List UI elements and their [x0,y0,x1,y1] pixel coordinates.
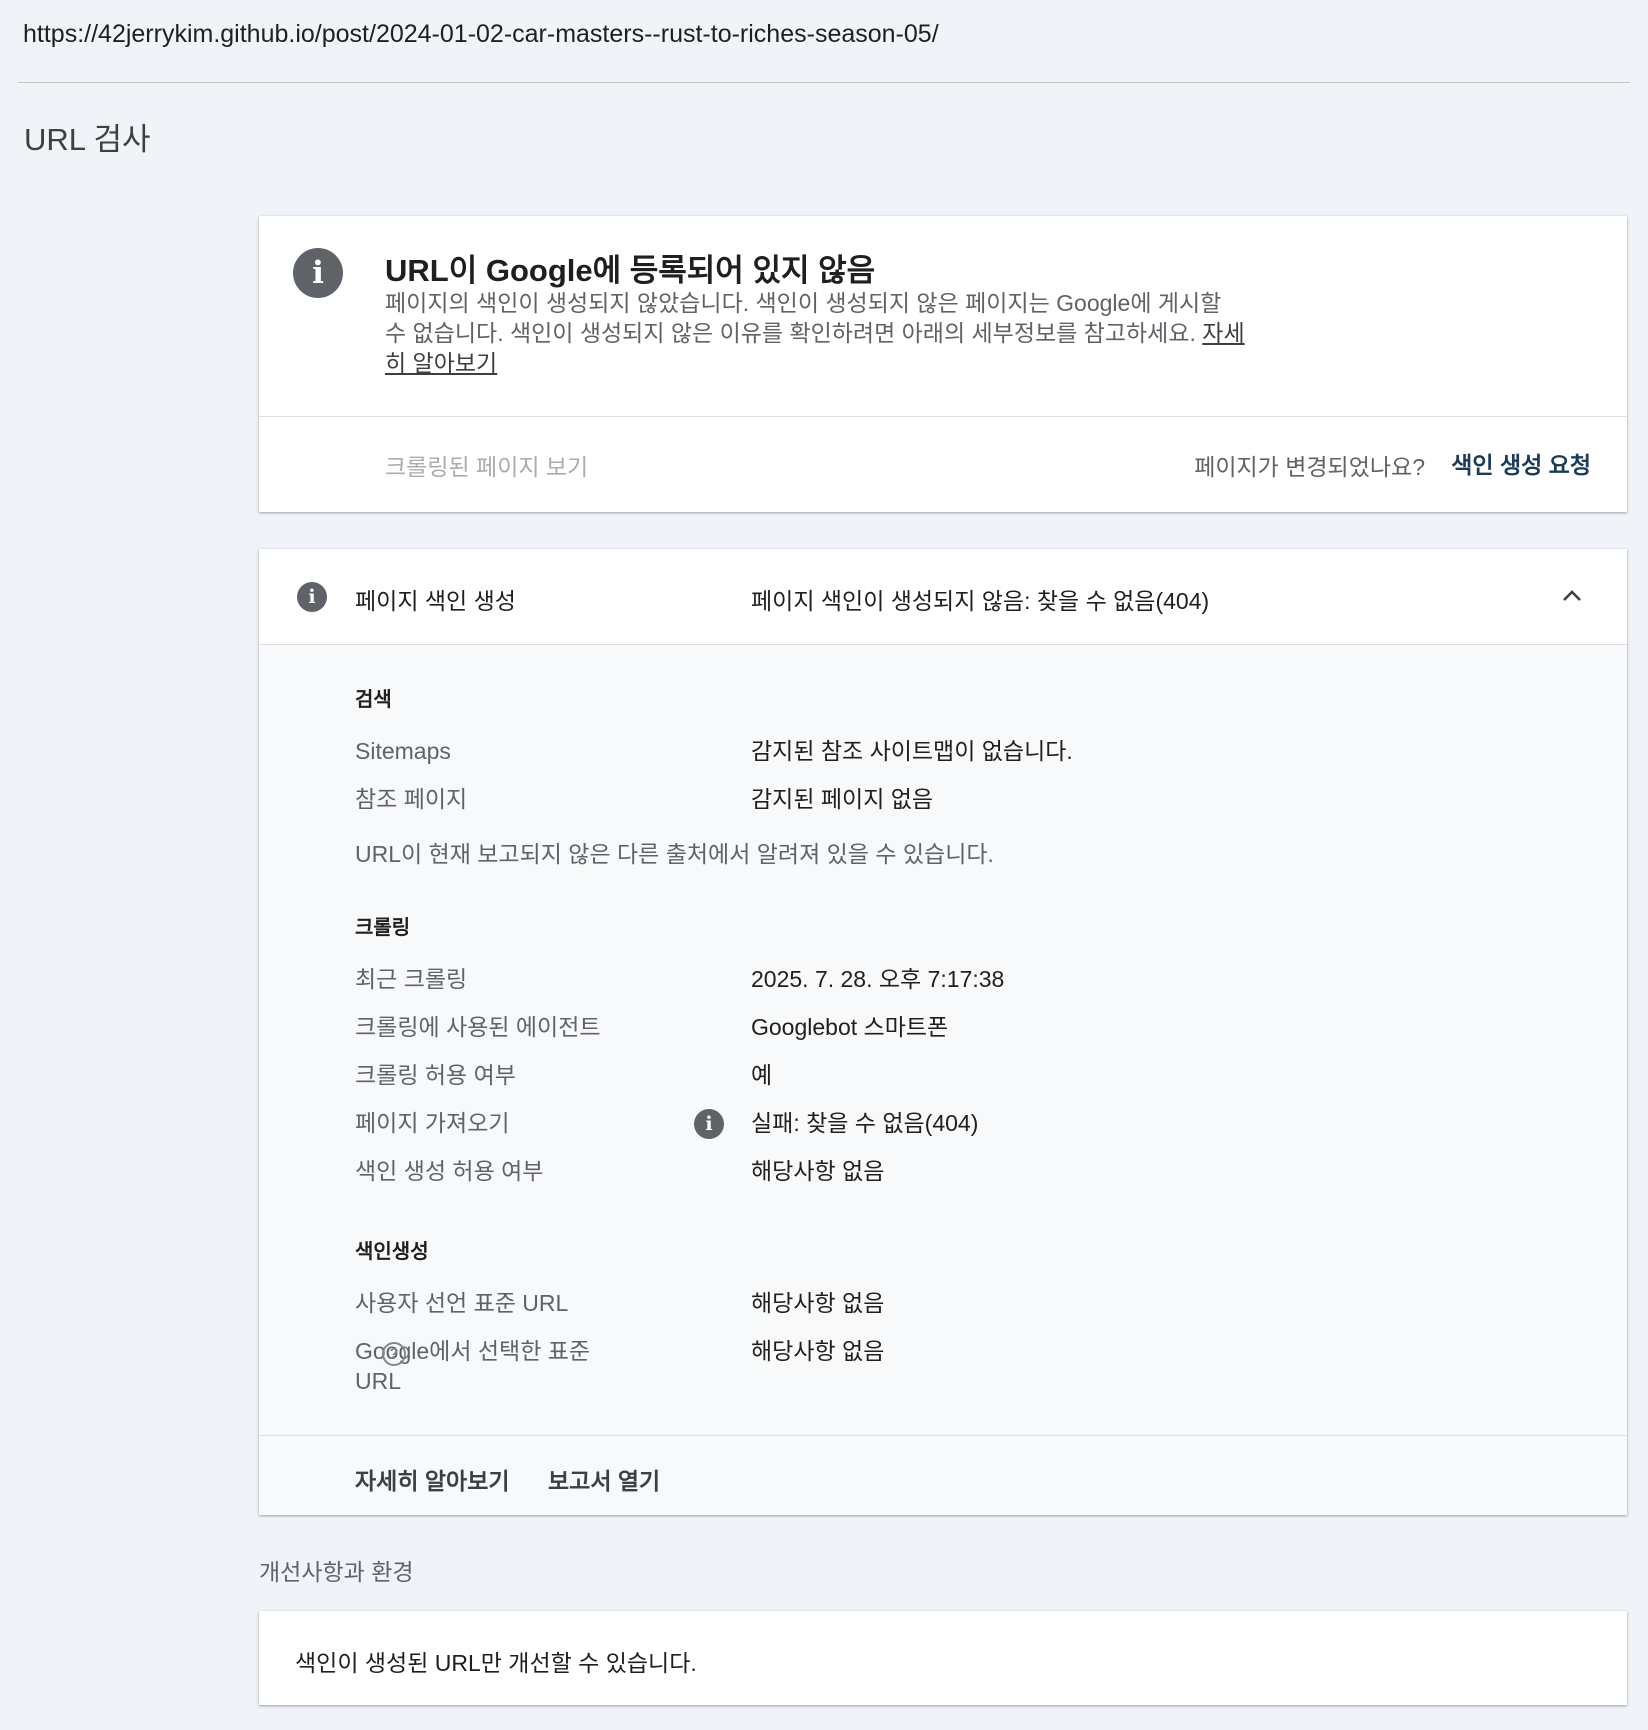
indexing-allowed-value: 해당사항 없음 [751,1158,885,1184]
crawl-agent-label: 크롤링에 사용된 에이전트 [355,1014,601,1040]
request-indexing-button[interactable]: 색인 생성 요청 [1451,446,1591,480]
status-description-text: 페이지의 색인이 생성되지 않았습니다. 색인이 생성되지 않은 페이지는 Go… [385,290,1222,346]
crawl-allowed-value: 예 [751,1062,773,1088]
enhancements-message: 색인이 생성된 URL만 개선할 수 있습니다. [295,1650,697,1676]
view-crawled-page-button[interactable]: 크롤링된 페이지 보기 [385,448,588,482]
page-changed-question: 페이지가 변경되었나요? [1194,454,1425,480]
page-indexing-label: 페이지 색인 생성 [355,588,516,614]
inspected-url: https://42jerrykim.github.io/post/2024-0… [23,20,939,48]
page-indexing-details: 검색 Sitemaps 감지된 참조 사이트맵이 없습니다. 참조 페이지 감지… [259,645,1627,1435]
info-icon: i [694,1109,724,1139]
indexing-section-title: 색인생성 [355,1241,429,1263]
crawl-allowed-label: 크롤링 허용 여부 [355,1062,516,1088]
status-description: 페이지의 색인이 생성되지 않았습니다. 색인이 생성되지 않은 페이지는 Go… [385,288,1245,378]
discovery-section-title: 검색 [355,689,392,711]
learn-more-button[interactable]: 자세히 알아보기 [355,1462,510,1496]
help-icon[interactable]: ? [382,1342,406,1366]
sitemaps-value: 감지된 참조 사이트맵이 없습니다. [751,738,1073,764]
referring-page-value: 감지된 페이지 없음 [751,786,934,812]
referring-page-label: 참조 페이지 [355,786,468,812]
page-indexing-status: 페이지 색인이 생성되지 않음: 찾을 수 없음(404) [751,588,1210,614]
enhancements-heading: 개선사항과 환경 [259,1559,414,1585]
crawl-agent-value: Googlebot 스마트폰 [751,1014,949,1040]
user-canonical-value: 해당사항 없음 [751,1290,885,1316]
page-fetch-value: 실패: 찾을 수 없음(404) [751,1110,979,1136]
info-icon: i [293,248,343,298]
chevron-up-icon[interactable] [1561,585,1583,607]
status-title: URL이 Google에 등록되어 있지 않음 [385,253,876,288]
user-canonical-label: 사용자 선언 표준 URL [355,1290,569,1316]
divider [259,416,1627,417]
last-crawl-value: 2025. 7. 28. 오후 7:17:38 [751,966,1005,992]
indexing-allowed-label: 색인 생성 허용 여부 [355,1158,544,1184]
open-report-button[interactable]: 보고서 열기 [548,1462,660,1496]
last-crawl-label: 최근 크롤링 [355,966,468,992]
page-indexing-header[interactable]: i 페이지 색인 생성 페이지 색인이 생성되지 않음: 찾을 수 없음(404… [259,549,1627,645]
info-icon: i [297,582,327,612]
page-title: URL 검사 [24,122,151,157]
url-bar: https://42jerrykim.github.io/post/2024-0… [18,0,1630,83]
crawl-section-title: 크롤링 [355,917,411,939]
page-indexing-footer: 자세히 알아보기 보고서 열기 [259,1435,1627,1515]
discovery-note: URL이 현재 보고되지 않은 다른 출처에서 알려져 있을 수 있습니다. [355,841,994,867]
page-indexing-card: i 페이지 색인 생성 페이지 색인이 생성되지 않음: 찾을 수 없음(404… [259,549,1627,1515]
sitemaps-label: Sitemaps [355,738,451,764]
status-card: i URL이 Google에 등록되어 있지 않음 페이지의 색인이 생성되지 … [259,216,1627,512]
enhancements-card: 색인이 생성된 URL만 개선할 수 있습니다. [259,1611,1627,1705]
google-canonical-value: 해당사항 없음 [751,1338,885,1364]
page-fetch-label: 페이지 가져오기 [355,1110,510,1136]
